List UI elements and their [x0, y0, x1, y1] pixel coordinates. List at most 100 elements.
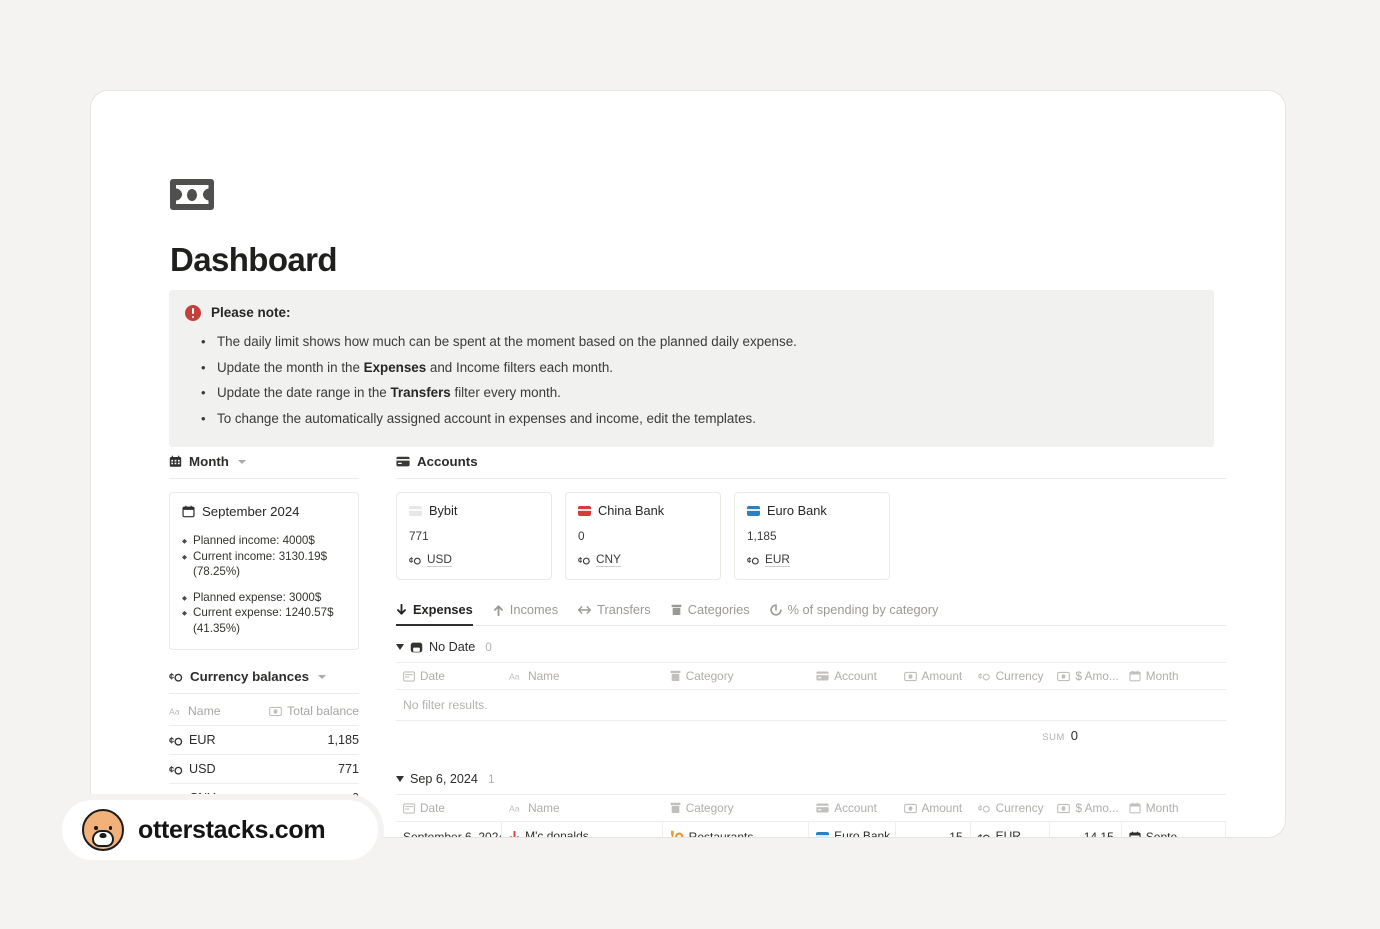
account-card-bybit[interactable]: Bybit 771 ¢ USD — [396, 492, 552, 580]
number-icon — [903, 671, 917, 682]
arrow-left-right-icon — [578, 604, 592, 616]
cell-name[interactable]: M'c donalds — [502, 822, 663, 837]
column-header-amount[interactable]: Amount — [897, 663, 971, 689]
column-header-date[interactable]: Date — [396, 795, 502, 821]
database-view-tabs: Expenses Incomes Transfers Categories % … — [396, 602, 1226, 626]
cell-date[interactable]: September 6, 2024 — [396, 822, 503, 837]
group-title: No Date — [429, 640, 476, 654]
accounts-label: Accounts — [417, 454, 478, 469]
metric-planned-expense: Planned expense: 3000$ — [182, 590, 346, 606]
group-header[interactable]: No Date 0 — [396, 640, 1226, 654]
column-header-currency[interactable]: ¢ Currency — [971, 795, 1051, 821]
cell-category[interactable]: Restaurants — [663, 822, 810, 837]
please-note-callout: Please note: The daily limit shows how m… — [169, 290, 1214, 447]
group-title: Sep 6, 2024 — [410, 772, 478, 786]
table-group-no-date: No Date 0 Date Aa Name Category Account … — [396, 640, 1226, 750]
group-count: 1 — [487, 772, 495, 786]
restaurant-icon — [670, 830, 684, 837]
tab-percent-spending-by-category[interactable]: % of spending by category — [769, 602, 938, 625]
month-card-title: September 2024 — [202, 504, 300, 519]
group-header[interactable]: Sep 6, 2024 1 — [396, 772, 1226, 786]
chevron-down-icon[interactable] — [318, 674, 326, 679]
column-header-month[interactable]: Month — [1122, 795, 1226, 821]
svg-text:¢: ¢ — [978, 832, 983, 838]
column-header-total-balance: Total balance — [269, 704, 359, 718]
account-card-china-bank[interactable]: China Bank 0 ¢ CNY — [565, 492, 721, 580]
accounts-header: Accounts — [396, 454, 1226, 479]
cell-account[interactable]: Euro Bank — [809, 822, 897, 837]
column-header-account[interactable]: Account — [809, 795, 896, 821]
tab-incomes[interactable]: Incomes — [493, 602, 558, 625]
account-currency: ¢ CNY — [578, 552, 621, 567]
banknote-icon[interactable] — [170, 179, 214, 210]
credit-card-icon — [578, 505, 591, 516]
column-header-date[interactable]: Date — [396, 663, 502, 689]
text-aa-icon: Aa — [169, 706, 183, 717]
cell-amount[interactable]: 15 — [896, 822, 971, 837]
table-row[interactable]: September 6, 2024 M'c donalds Restaurant… — [396, 822, 1226, 838]
cell-dollar-amount[interactable]: 14.15 — [1050, 822, 1122, 837]
tab-categories[interactable]: Categories — [671, 602, 750, 625]
column-header-currency[interactable]: ¢ Currency — [971, 663, 1051, 689]
currency-table-header: Aa Name Total balance — [169, 697, 359, 726]
empty-date-icon — [410, 641, 423, 654]
svg-text:¢: ¢ — [978, 672, 983, 681]
svg-text:Aa: Aa — [509, 671, 520, 681]
svg-text:¢: ¢ — [169, 735, 174, 745]
accounts-card-list: Bybit 771 ¢ USD China Bank 0 ¢ CNY Euro … — [396, 492, 1226, 580]
callout-item-1: The daily limit shows how much can be sp… — [201, 329, 1198, 355]
arrow-up-icon — [493, 604, 504, 616]
currency-balance-value: 1,185 — [327, 733, 359, 747]
cell-month[interactable]: Septe — [1122, 822, 1226, 837]
column-header-dollar-amount[interactable]: $ Amo... — [1050, 795, 1121, 821]
app-window-card: Dashboard Please note: The daily limit s… — [90, 90, 1286, 838]
table-header-row: Date Aa Name Category Account Amount ¢ C… — [396, 662, 1226, 690]
coins-icon: ¢ — [978, 802, 991, 814]
right-column: Accounts Bybit 771 ¢ USD China Bank 0 ¢ … — [396, 454, 1226, 838]
svg-text:¢: ¢ — [747, 555, 752, 564]
callout-list: The daily limit shows how much can be sp… — [185, 329, 1198, 431]
column-header-name[interactable]: Aa Name — [502, 663, 663, 689]
empty-state-text: No filter results. — [396, 690, 1226, 721]
column-header-dollar-amount[interactable]: $ Amo... — [1050, 663, 1121, 689]
account-balance: 1,185 — [747, 529, 777, 543]
column-header-account[interactable]: Account — [809, 663, 896, 689]
collapse-triangle-icon[interactable] — [396, 644, 404, 650]
svg-text:¢: ¢ — [578, 555, 583, 564]
column-header-category[interactable]: Category — [663, 795, 810, 821]
group-count: 0 — [485, 640, 492, 654]
cell-currency[interactable]: ¢ EUR — [971, 822, 1051, 838]
month-section-header[interactable]: Month — [169, 454, 359, 479]
collapse-triangle-icon[interactable] — [396, 776, 404, 782]
account-card-euro-bank[interactable]: Euro Bank 1,185 ¢ EUR — [734, 492, 890, 580]
svg-text:¢: ¢ — [978, 804, 983, 813]
credit-card-icon — [816, 671, 829, 681]
currency-balances-header[interactable]: ¢ Currency balances — [169, 669, 359, 694]
calendar-icon — [182, 505, 195, 518]
svg-text:¢: ¢ — [169, 764, 174, 774]
callout-title: Please note: — [211, 305, 291, 320]
tab-expenses[interactable]: Expenses — [396, 602, 473, 626]
metric-planned-income: Planned income: 4000$ — [182, 533, 346, 549]
notion-page: Dashboard Please note: The daily limit s… — [91, 91, 1285, 837]
table-row[interactable]: ¢ USD 771 — [169, 755, 359, 784]
callout-item-4: To change the automatically assigned acc… — [201, 406, 1198, 432]
column-header-name[interactable]: Aa Name — [502, 795, 663, 821]
chevron-down-icon[interactable] — [237, 459, 246, 464]
credit-card-icon — [747, 505, 760, 516]
account-currency: ¢ USD — [409, 552, 452, 567]
account-name: Bybit — [429, 503, 458, 518]
tab-transfers[interactable]: Transfers — [578, 602, 651, 625]
coins-icon: ¢ — [169, 670, 183, 683]
coins-icon: ¢ — [409, 554, 422, 566]
column-header-category[interactable]: Category — [663, 663, 810, 689]
table-row[interactable]: ¢ EUR 1,185 — [169, 726, 359, 755]
column-header-month[interactable]: Month — [1122, 663, 1226, 689]
account-name: China Bank — [598, 503, 665, 518]
coins-icon: ¢ — [978, 670, 991, 682]
account-balance: 0 — [578, 529, 585, 543]
column-header-amount[interactable]: Amount — [897, 795, 971, 821]
month-summary-card[interactable]: September 2024 Planned income: 4000$ Cur… — [169, 492, 359, 650]
month-section-label: Month — [189, 454, 229, 469]
calendar-icon — [1129, 831, 1141, 837]
